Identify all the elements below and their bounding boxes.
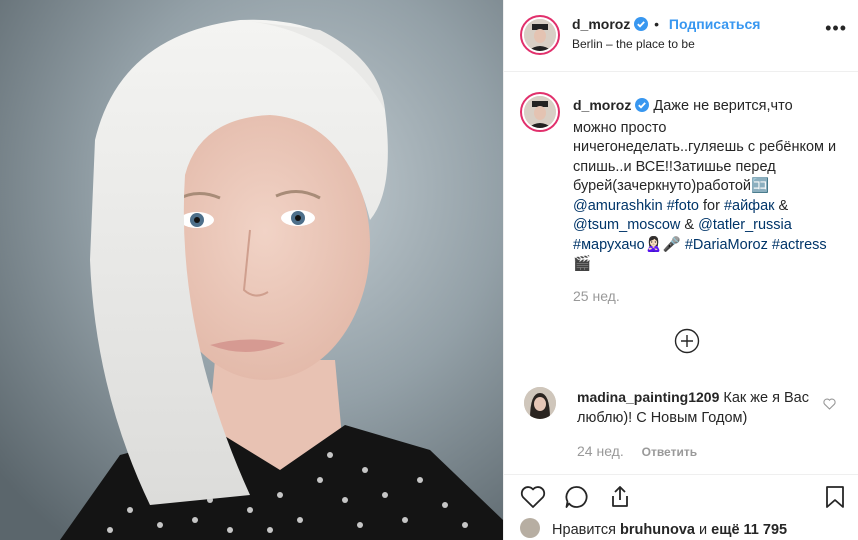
plus-circle-icon — [674, 328, 700, 354]
liker-username[interactable]: bruhunova — [620, 522, 695, 538]
liker-avatar[interactable] — [520, 518, 540, 538]
commenter-avatar[interactable] — [524, 387, 556, 419]
save-bookmark-button[interactable] — [824, 485, 846, 512]
caption-timestamp[interactable]: 25 нед. — [573, 288, 620, 304]
caption-word: for — [702, 197, 720, 214]
post-header: d_moroz • Подписаться Berlin – the place… — [504, 0, 858, 72]
likes-prefix: Нравится — [552, 522, 617, 538]
comment-timestamp[interactable]: 24 нед. — [577, 443, 624, 459]
instagram-post: d_moroz • Подписаться Berlin – the place… — [0, 0, 858, 540]
hashtag-link[interactable]: #actress — [772, 237, 827, 253]
likes-count[interactable]: ещё 11 795 — [711, 522, 787, 538]
comment-meta: 24 нед. Ответить — [577, 443, 697, 459]
hashtag-link[interactable]: #марухачо — [573, 237, 645, 253]
post-side-panel: d_moroz • Подписаться Berlin – the place… — [503, 0, 858, 540]
post-location[interactable]: Berlin – the place to be — [572, 37, 695, 51]
commenter-username[interactable]: madina_painting1209 — [577, 389, 719, 405]
bookmark-icon — [826, 486, 844, 508]
avatar-portrait-icon — [524, 387, 556, 419]
avatar-image — [524, 96, 556, 128]
reply-button[interactable]: Ответить — [642, 445, 697, 459]
like-button[interactable] — [520, 485, 546, 512]
separator-dot: • — [654, 16, 660, 32]
mention-link[interactable]: @tatler_russia — [698, 217, 792, 233]
likes-summary: Нравится bruhunova и ещё 11 795 — [520, 518, 787, 538]
more-options-button[interactable]: ••• — [825, 18, 847, 39]
likes-middle: и — [699, 522, 708, 538]
comment-text: madina_painting1209 Как же я Вас люблю)!… — [577, 387, 817, 428]
speech-bubble-icon — [565, 486, 588, 508]
header-author-line: d_moroz • Подписаться — [572, 16, 760, 34]
share-icon — [612, 486, 628, 507]
avatar-portrait-icon — [524, 96, 556, 128]
caption-word: & — [684, 217, 695, 233]
caption-author-username[interactable]: d_moroz — [573, 97, 631, 113]
post-actions-bar — [504, 474, 858, 514]
hashtag-link[interactable]: #айфак — [724, 198, 775, 214]
share-button[interactable] — [608, 485, 632, 512]
load-more-comments-button[interactable] — [674, 328, 700, 354]
caption-word: & — [778, 197, 789, 214]
verified-badge-icon — [634, 17, 649, 34]
portrait-image — [0, 0, 503, 540]
author-avatar[interactable] — [520, 15, 560, 55]
avatar-portrait-icon — [524, 19, 556, 51]
comment-button[interactable] — [564, 485, 590, 512]
post-photo[interactable] — [0, 0, 503, 540]
author-username[interactable]: d_moroz — [572, 16, 630, 32]
mention-link[interactable]: @amurashkin — [573, 198, 663, 214]
caption-author-avatar[interactable] — [520, 92, 560, 132]
mention-link[interactable]: @tsum_moscow — [573, 217, 680, 233]
heart-icon — [823, 398, 836, 410]
hashtag-link[interactable]: #foto — [667, 198, 699, 214]
caption-text: d_moroz Даже не верится,что можно просто… — [573, 96, 839, 275]
avatar-image — [524, 19, 556, 51]
comment-like-button[interactable] — [823, 397, 836, 413]
caption-emoji: 🎬 — [573, 256, 592, 272]
caption-emoji: 🙎🏻‍♀️🎤 — [644, 236, 681, 253]
follow-button[interactable]: Подписаться — [669, 16, 761, 32]
hashtag-link[interactable]: #DariaMoroz — [685, 237, 768, 253]
verified-badge-icon — [635, 98, 650, 119]
heart-icon — [520, 486, 546, 508]
